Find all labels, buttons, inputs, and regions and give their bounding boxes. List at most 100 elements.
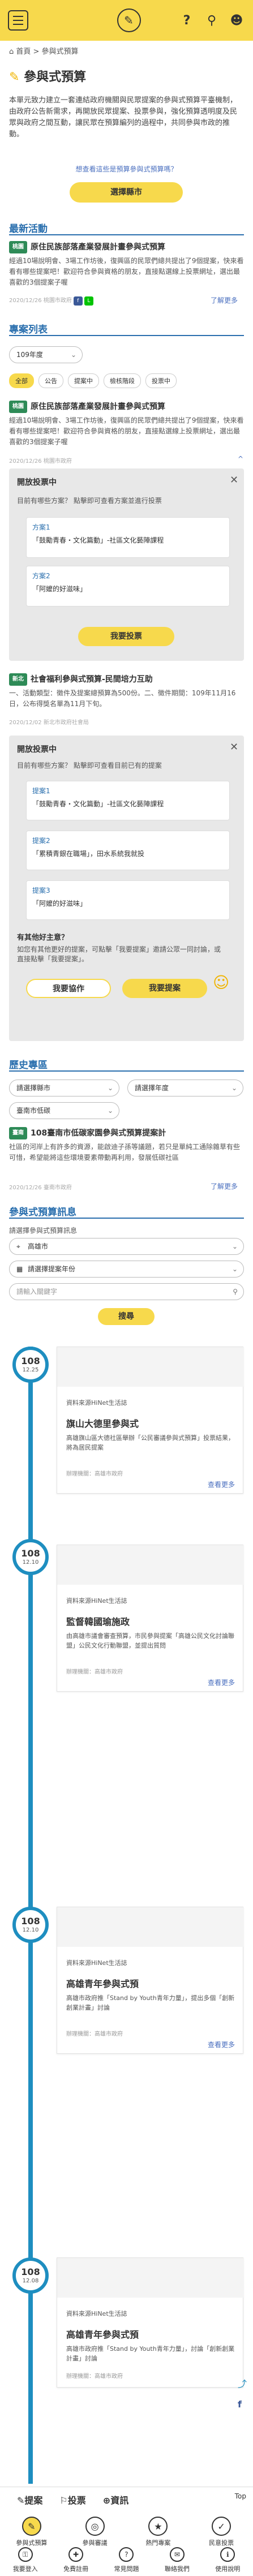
card-more-link[interactable]: 查看更多 xyxy=(208,2040,235,2049)
vote-button[interactable]: 我要投票 xyxy=(78,627,174,646)
card-image xyxy=(57,2258,244,2298)
nav-deliberation[interactable]: ◎ 參與審議 xyxy=(72,2517,118,2547)
close-icon[interactable]: ✕ xyxy=(230,741,238,753)
card-more-link[interactable]: 查看更多 xyxy=(208,1480,235,1489)
timeline-date-1: 108 12.25 xyxy=(12,1347,49,1383)
card-body: 高雄市政府推「Stand by Youth青年力量」，討論「創新創業計畫」討論 xyxy=(66,2345,235,2362)
filter-review[interactable]: 檢核階段 xyxy=(104,373,141,388)
card-title[interactable]: 高雄青年參與式預 xyxy=(66,2327,139,2341)
project2-meta: 2020/12/02 新北市政府社會局 xyxy=(9,720,89,726)
nav-public-vote[interactable]: ✓ 民意投票 xyxy=(199,2517,244,2547)
history-agency-select[interactable]: 臺南市低碳 ⌄ xyxy=(9,1102,119,1119)
card-meta: 辦理機關：高雄市政府 xyxy=(66,2031,123,2037)
nav-register[interactable]: ✚ 免費註冊 xyxy=(53,2547,98,2573)
card-meta: 辦理機關：高雄市政府 xyxy=(66,1471,123,1477)
card-source: 資料來源HiNet生活誌 xyxy=(66,1399,127,1407)
latest-title[interactable]: 桃園 原住民族部落產業發展計畫參與式預算 xyxy=(9,241,244,253)
share-icon[interactable]: ⤴ xyxy=(238,2376,247,2390)
vote-panel-2: 開放投票中 ✕ 目前有哪些方案？ 點擊即可查看目前已有的提案 提案1 「鼓勵青春・… xyxy=(9,736,244,1041)
nav-login[interactable]: ⚿ 我要登入 xyxy=(3,2547,48,2573)
idea-body: 如您有其他更好的提案，可點擊「我要提案」邀請公眾一同討論，或直接點擊「我要提案」… xyxy=(17,945,221,963)
page-title: ✎ 參與式預算 xyxy=(9,70,87,84)
latest-body: 經過10場說明會、3場工作坊後，復興區的民眾們總共提出了9個提案，快來看看有哪些… xyxy=(9,257,244,286)
card-title[interactable]: 監督韓國瑜施政 xyxy=(66,1614,130,1628)
info-heading: 參與式預算訊息 xyxy=(9,1207,76,1218)
keyword-input[interactable]: 請輸入關鍵字 ⚲ xyxy=(9,1283,244,1300)
user-icon[interactable]: ☻ xyxy=(228,12,245,29)
history-year-select[interactable]: 請選擇年度 ⌄ xyxy=(127,1080,243,1096)
card-image xyxy=(57,1907,244,1947)
collapse-icon[interactable]: ^ xyxy=(238,455,243,463)
bottom-info[interactable]: ⊕資訊 xyxy=(103,2493,128,2506)
card-title[interactable]: 旗山大德里參與式 xyxy=(66,1416,139,1430)
card-more-link[interactable]: 查看更多 xyxy=(208,1678,235,1687)
timeline-card-4[interactable]: 資料來源HiNet生活誌 高雄青年參與式預 高雄市政府推「Stand by Yo… xyxy=(57,2257,244,2388)
card-source: 資料來源HiNet生活誌 xyxy=(66,1959,127,1967)
breadcrumb[interactable]: ⌂ 首頁 > 參與式預算 xyxy=(9,45,79,56)
filter-proposing[interactable]: 提案中 xyxy=(68,373,99,388)
propose-button[interactable]: 我要提案 xyxy=(122,979,207,998)
card-source: 資料來源HiNet生活誌 xyxy=(66,2310,127,2317)
filter-voting[interactable]: 投票中 xyxy=(145,373,177,388)
back-to-top-button[interactable]: Top xyxy=(235,2492,246,2500)
info-divider xyxy=(9,1218,244,1219)
nav-participatory-budget[interactable]: ✎ 參與式預算 xyxy=(9,2517,54,2547)
idea-title: 有其他好主意？ xyxy=(17,934,69,942)
timeline-date-2: 108 12.10 xyxy=(12,1539,49,1575)
search-button[interactable]: 搜尋 xyxy=(98,1308,155,1325)
filter-announce[interactable]: 公告 xyxy=(38,373,63,388)
card-title[interactable]: 高雄青年參與式預 xyxy=(66,1976,139,1990)
year-select[interactable]: 109年度 ⌄ xyxy=(9,346,83,363)
latest-meta: 2020/12/26 桃園市政府 f L xyxy=(9,295,244,306)
select-city-button[interactable]: 選擇縣市 xyxy=(70,182,183,203)
projects-divider xyxy=(9,335,244,336)
top-bar: ✎ ? ⚲ ☻ xyxy=(0,0,253,41)
proposal-option-1[interactable]: 提案1 「鼓勵青春・文化篇動」-社區文化藝陣課程 xyxy=(26,781,230,820)
latest-more-link[interactable]: 了解更多 xyxy=(211,295,238,305)
proposal-option-2[interactable]: 提案2 「累積青銀在職場」，田水系統我就投 xyxy=(26,831,230,870)
info-year-select[interactable]: ▦ 請選擇提案年份 ⌄ xyxy=(9,1261,244,1278)
vote-option-2[interactable]: 方案2 「阿嬤的好滋味」 xyxy=(26,566,230,607)
site-logo[interactable]: ✎ xyxy=(117,8,141,32)
card-body: 由高雄市議會審查預算，市民參與提案「高雄公民文化討論聯盟」公民文化行動聯盟，並提… xyxy=(66,1632,234,1649)
nav-contact[interactable]: ✉ 聯絡我們 xyxy=(155,2547,200,2573)
help-icon[interactable]: ? xyxy=(178,12,195,29)
card-body: 高雄市政府推「Stand by Youth青年力量」，提出多個「創新創業計畫」討… xyxy=(66,1994,235,2011)
intro-link[interactable]: 想查看這些是預算參與式預算嗎？ xyxy=(0,164,253,174)
search-icon: ⚲ xyxy=(233,1288,238,1296)
project1-title[interactable]: 桃園 原住民族部落產業發展計畫參與式預算 xyxy=(9,401,244,413)
timeline-card-1[interactable]: 資料來源HiNet生活誌 旗山大德里參與式 高雄旗山區大德社區舉辦「公民審議參與… xyxy=(57,1347,244,1494)
vote-panel2-title: 開放投票中 xyxy=(17,745,57,754)
history-heading: 歷史專區 xyxy=(9,1060,48,1071)
menu-icon[interactable] xyxy=(8,10,28,31)
history-city-select[interactable]: 請選擇縣市 ⌄ xyxy=(9,1080,119,1096)
collab-button[interactable]: 我要協作 xyxy=(26,979,111,998)
history-divider xyxy=(9,1070,244,1072)
projects-heading: 專案列表 xyxy=(9,324,48,336)
history-meta: 2020/12/26 臺南市政府 xyxy=(9,1185,72,1191)
card-body: 高雄旗山區大德社區舉辦「公民審議參與式預算」投票結果，將為居民提案 xyxy=(66,1434,234,1451)
timeline-card-3[interactable]: 資料來源HiNet生活誌 高雄青年參與式預 高雄市政府推「Stand by Yo… xyxy=(57,1907,244,2054)
status-filters: 全部 公告 提案中 檢核階段 投票中 xyxy=(9,373,177,388)
bottom-vote[interactable]: ⚐投票 xyxy=(59,2493,85,2506)
history-body: 社區的河岸上有許多的資源，能啟迪子孫等議題，若只是單純工通除雜草有些可惜，希望能… xyxy=(9,1143,241,1162)
proposal-option-3[interactable]: 提案3 「阿嬤的好滋味」 xyxy=(26,880,230,920)
facebook-icon[interactable]: f xyxy=(238,2399,242,2410)
filter-all[interactable]: 全部 xyxy=(9,373,34,388)
nav-faq[interactable]: ? 常見問題 xyxy=(104,2547,149,2573)
nav-guide[interactable]: ℹ 使用說明 xyxy=(205,2547,250,2573)
bottom-propose[interactable]: ✎提案 xyxy=(17,2493,42,2506)
card-meta: 辦理機關：高雄市政府 xyxy=(66,1669,123,1675)
vote-panel-title: 開放投票中 xyxy=(17,478,57,487)
search-icon[interactable]: ⚲ xyxy=(203,12,220,29)
close-icon[interactable]: ✕ xyxy=(230,474,238,486)
history-title[interactable]: 臺南 108臺南市低碳家園參與式預算提案計 xyxy=(9,1127,244,1139)
project1-meta: 2020/12/26 桃園市政府 xyxy=(9,458,72,465)
timeline-card-2[interactable]: 資料來源HiNet生活誌 監督韓國瑜施政 由高雄市議會審查預算，市民參與提案「高… xyxy=(57,1545,244,1692)
vote-panel2-sub: 目前有哪些方案？ 點擊即可查看目前已有的提案 xyxy=(17,762,162,769)
vote-option-1[interactable]: 方案1 「鼓勵青春・文化篇動」-社區文化藝陣課程 xyxy=(26,517,230,558)
project2-title[interactable]: 新北 社會福利參與式預算-民間培力互助 xyxy=(9,673,244,686)
history-more-link[interactable]: 了解更多 xyxy=(211,1181,238,1191)
info-city-select[interactable]: ⌖ 高雄市 ⌄ xyxy=(9,1238,244,1255)
nav-hot-projects[interactable]: ★ 熱門專案 xyxy=(135,2517,181,2547)
